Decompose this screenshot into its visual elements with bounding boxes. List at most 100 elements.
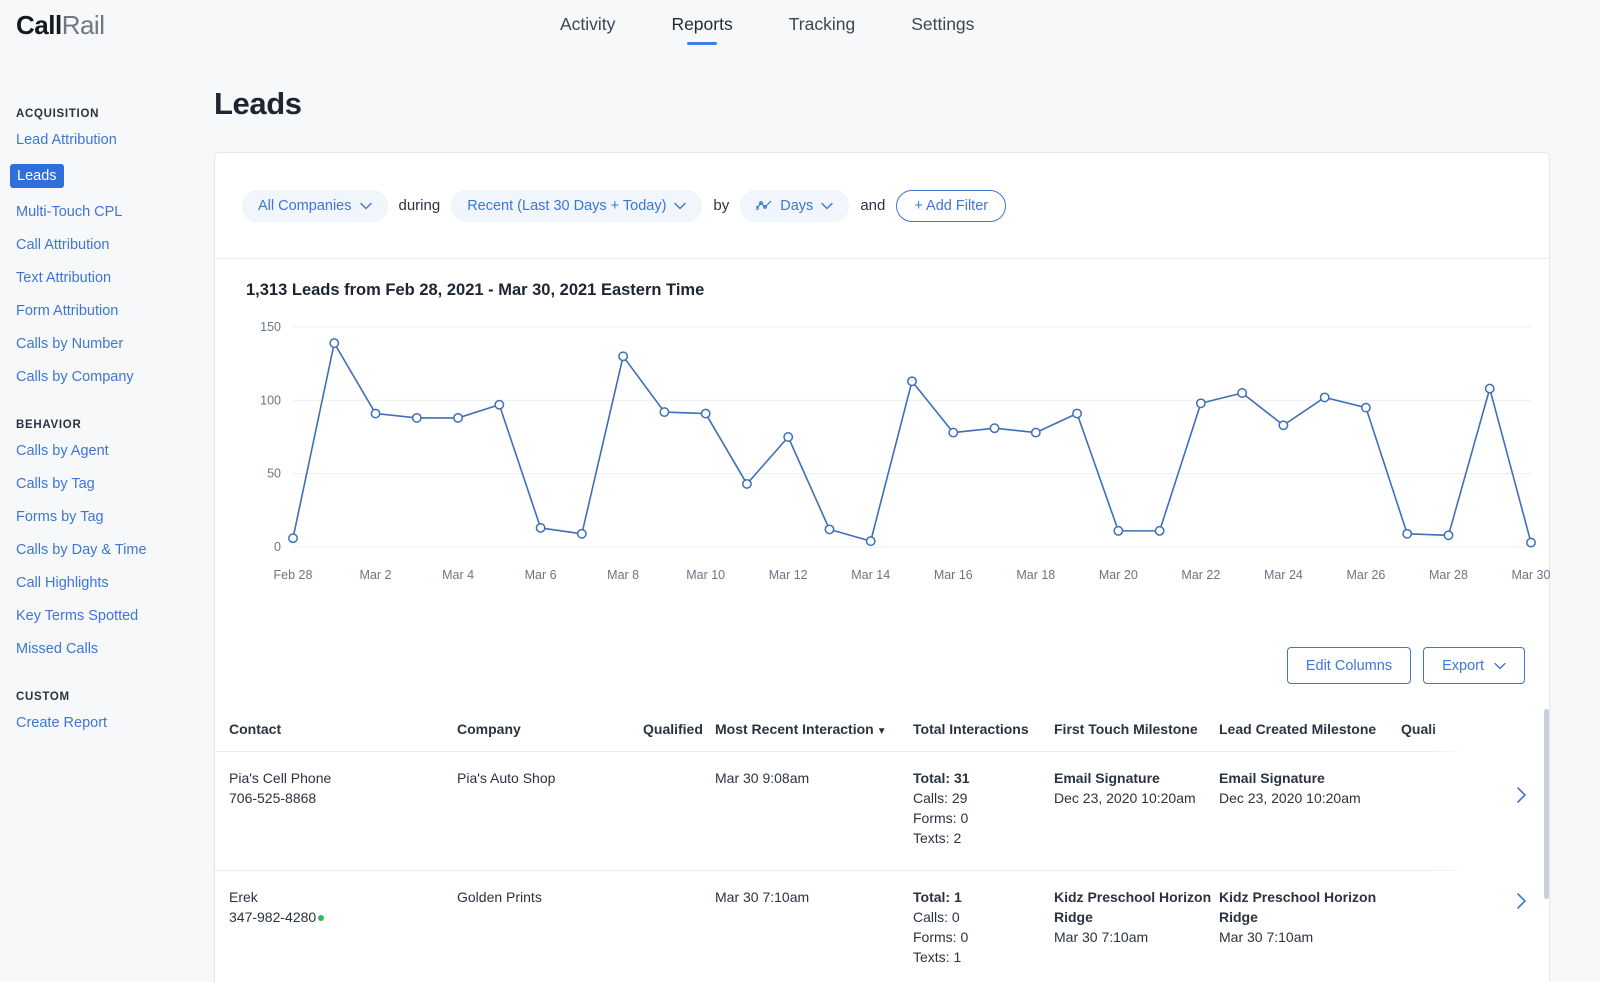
- chart-point: [659, 407, 670, 418]
- total-count: Total: 1: [913, 889, 962, 905]
- sidebar-item-multi-touch-cpl[interactable]: Multi-Touch CPL: [16, 203, 122, 221]
- sidebar-item-call-attribution[interactable]: Call Attribution: [16, 236, 110, 254]
- column-header-contact[interactable]: Contact: [215, 709, 457, 752]
- nav-item-reports[interactable]: Reports: [671, 14, 732, 43]
- first-touch-name: Email Signature: [1054, 770, 1160, 786]
- report-card: All Companies during Recent (Last 30 Day…: [214, 152, 1550, 982]
- logo-text-bold: Call: [16, 10, 62, 40]
- sidebar-item-calls-by-number[interactable]: Calls by Number: [16, 335, 123, 353]
- company-filter-dropdown[interactable]: All Companies: [242, 189, 388, 222]
- sidebar-group-acquisition-title: ACQUISITION: [16, 108, 100, 120]
- sidebar-item-key-terms-spotted[interactable]: Key Terms Spotted: [16, 607, 138, 625]
- chart-point: [618, 351, 629, 362]
- sidebar-item-form-attribution[interactable]: Form Attribution: [16, 302, 118, 320]
- chart-point: [1484, 383, 1495, 394]
- cell-most-recent-interaction: Mar 30 9:08am: [715, 751, 913, 871]
- table-row[interactable]: Pia's Cell Phone 706-525-8868 Pia's Auto…: [215, 751, 1525, 871]
- row-expand-header: [1494, 709, 1549, 757]
- sidebar-item-text-attribution[interactable]: Text Attribution: [16, 269, 111, 287]
- sidebar-item-calls-by-company[interactable]: Calls by Company: [16, 368, 134, 386]
- chart-point: [576, 528, 587, 539]
- cell-lead-created-milestone: Kidz Preschool Horizon Ridge Mar 30 7:10…: [1219, 870, 1401, 982]
- sidebar-item-call-highlights[interactable]: Call Highlights: [16, 574, 109, 592]
- sort-descending-icon: ▼: [876, 726, 887, 737]
- x-axis-tick: Mar 28: [1429, 568, 1468, 582]
- chevron-right-icon: [1516, 787, 1526, 803]
- cell-total-interactions: Total: 1 Calls: 0 Forms: 0 Texts: 1: [913, 870, 1054, 982]
- app-root: CallRail Activity Reports Tracking Setti…: [0, 0, 1600, 982]
- chart-point: [700, 408, 711, 419]
- scrollbar-thumb[interactable]: [1544, 709, 1549, 899]
- table-row[interactable]: Erek 347-982-4280 Golden Prints Mar 30 7…: [215, 870, 1525, 982]
- y-axis-tick: 0: [274, 540, 281, 554]
- line-chart-icon: [756, 200, 772, 211]
- date-range-dropdown[interactable]: Recent (Last 30 Days + Today): [451, 189, 703, 222]
- table-vertical-scrollbar[interactable]: [1544, 709, 1549, 982]
- texts-count: Texts: 1: [913, 949, 962, 965]
- sidebar-group-behavior-title: BEHAVIOR: [16, 419, 82, 431]
- contact-name: Erek: [229, 889, 258, 905]
- row-expand-button[interactable]: [1494, 863, 1549, 969]
- chart-point: [865, 536, 876, 547]
- y-axis-tick: 150: [260, 320, 281, 334]
- column-header-total-interactions[interactable]: Total Interactions: [913, 709, 1054, 752]
- sidebar-item-lead-attribution[interactable]: Lead Attribution: [16, 131, 117, 149]
- cell-most-recent-interaction: Mar 30 7:10am: [715, 870, 913, 982]
- table-actions: Edit Columns Export: [1286, 647, 1525, 684]
- nav-item-settings[interactable]: Settings: [911, 14, 974, 43]
- sidebar-item-calls-by-day-time[interactable]: Calls by Day & Time: [16, 541, 147, 559]
- export-button[interactable]: Export: [1423, 647, 1525, 684]
- sidebar-item-missed-calls[interactable]: Missed Calls: [16, 640, 98, 658]
- callrail-logo[interactable]: CallRail: [16, 10, 105, 41]
- leads-line-chart[interactable]: 0 50 100 150 Feb 28 Mar 2 Mar 4 Mar 6 Mar 8 Mar 1…: [215, 317, 1551, 607]
- chart-point: [288, 533, 298, 544]
- x-axis-tick: Mar 16: [934, 568, 973, 582]
- x-axis-tick: Feb 28: [274, 568, 313, 582]
- contact-phone-text: 706-525-8868: [229, 790, 317, 806]
- online-status-dot: [318, 915, 325, 922]
- chart-point: [411, 412, 422, 423]
- chart-point: [1113, 525, 1124, 536]
- chart-point: [1443, 530, 1454, 541]
- column-header-lead-created-milestone[interactable]: Lead Created Milestone: [1219, 709, 1401, 752]
- lead-created-date: Mar 30 7:10am: [1219, 929, 1314, 945]
- x-axis-tick: Mar 18: [1016, 568, 1055, 582]
- chart-point: [783, 432, 794, 442]
- chart-point: [1319, 392, 1330, 403]
- leads-table: Contact Company Qualified Most Recent In…: [215, 709, 1525, 982]
- x-axis-tick: Mar 26: [1346, 568, 1385, 582]
- row-expand-column: [1493, 709, 1549, 982]
- nav-item-activity[interactable]: Activity: [560, 14, 615, 43]
- edit-columns-button[interactable]: Edit Columns: [1286, 647, 1412, 684]
- filter-bar: All Companies during Recent (Last 30 Day…: [215, 153, 1549, 259]
- nav-item-tracking[interactable]: Tracking: [789, 14, 855, 43]
- sidebar-item-calls-by-agent[interactable]: Calls by Agent: [16, 442, 109, 460]
- group-by-dropdown[interactable]: Days: [740, 189, 850, 222]
- cell-contact: Erek 347-982-4280: [215, 870, 457, 982]
- column-header-first-touch-milestone[interactable]: First Touch Milestone: [1054, 709, 1219, 752]
- filter-conjunction-during: during: [398, 197, 441, 214]
- column-header-most-recent-interaction[interactable]: Most Recent Interaction ▼: [715, 709, 913, 752]
- table-body: Pia's Cell Phone 706-525-8868 Pia's Auto…: [215, 751, 1525, 982]
- chart-point: [1195, 398, 1206, 409]
- column-header-company[interactable]: Company: [457, 709, 643, 752]
- sidebar-divider-2: [16, 673, 214, 691]
- forms-count: Forms: 0: [913, 810, 969, 826]
- leads-table-container[interactable]: Contact Company Qualified Most Recent In…: [215, 709, 1549, 982]
- calls-count: Calls: 29: [913, 790, 968, 806]
- x-axis-tick: Mar 10: [686, 568, 725, 582]
- chart-point: [1030, 427, 1041, 438]
- chart-point: [494, 399, 505, 410]
- x-axis-tick: Mar 2: [360, 568, 392, 582]
- column-header-qualified[interactable]: Qualified: [643, 709, 715, 752]
- sidebar-item-forms-by-tag[interactable]: Forms by Tag: [16, 508, 104, 526]
- add-filter-button[interactable]: + Add Filter: [896, 189, 1007, 222]
- sidebar-item-leads[interactable]: Leads: [10, 164, 64, 188]
- chart-point: [1360, 402, 1371, 413]
- filter-conjunction-by: by: [713, 197, 730, 214]
- cell-contact: Pia's Cell Phone 706-525-8868: [215, 751, 457, 871]
- chart-point: [370, 408, 381, 419]
- sidebar-item-calls-by-tag[interactable]: Calls by Tag: [16, 475, 95, 493]
- row-expand-button[interactable]: [1494, 757, 1549, 863]
- sidebar-item-create-report[interactable]: Create Report: [16, 714, 107, 732]
